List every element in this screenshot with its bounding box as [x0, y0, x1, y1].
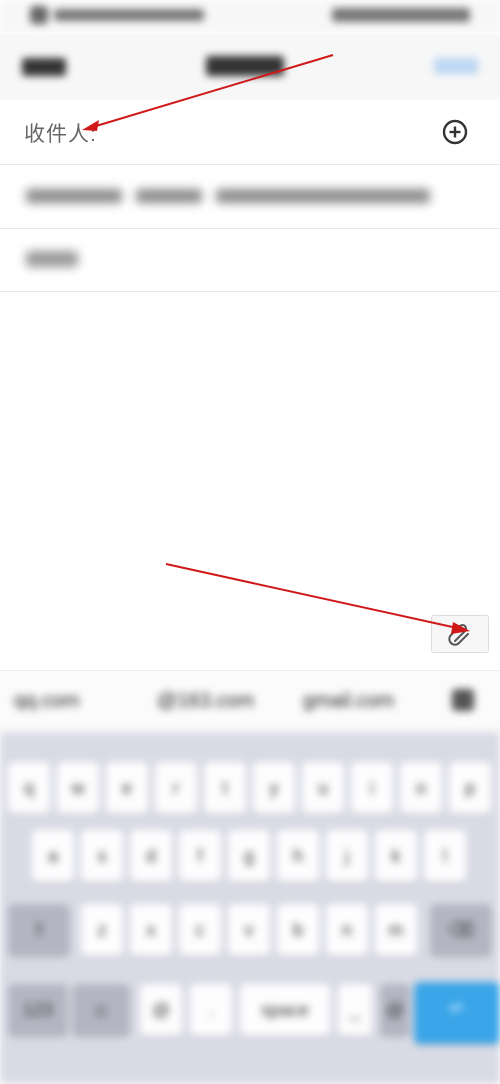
carrier-text: [54, 9, 204, 21]
subject-field[interactable]: [0, 229, 500, 292]
keyboard-hide-icon[interactable]: [452, 689, 474, 711]
carrier-icon: [30, 6, 48, 24]
key[interactable]: d: [130, 830, 172, 882]
key[interactable]: y: [253, 762, 295, 814]
email-body[interactable]: [0, 292, 500, 668]
email-suggestion-bar: qq.com @163.com gmail.com: [0, 670, 500, 733]
key[interactable]: c: [179, 904, 221, 956]
plus-circle-icon[interactable]: [442, 119, 468, 145]
key[interactable]: @: [140, 984, 182, 1036]
key[interactable]: m: [375, 904, 417, 956]
key[interactable]: i: [351, 762, 393, 814]
key[interactable]: u: [302, 762, 344, 814]
key[interactable]: h: [277, 830, 319, 882]
enter-key[interactable]: ↵: [414, 982, 500, 1044]
key[interactable]: @: [380, 984, 410, 1036]
compose-title: [206, 56, 284, 76]
key[interactable]: z: [81, 904, 123, 956]
to-label: 收件人:: [24, 123, 97, 146]
key[interactable]: l: [424, 830, 466, 882]
key[interactable]: q: [8, 762, 50, 814]
key[interactable]: n: [326, 904, 368, 956]
key[interactable]: o: [400, 762, 442, 814]
key[interactable]: x: [130, 904, 172, 956]
key[interactable]: w: [57, 762, 99, 814]
key[interactable]: s: [81, 830, 123, 882]
send-button[interactable]: [434, 58, 478, 74]
key[interactable]: p: [449, 762, 491, 814]
attach-button[interactable]: [431, 615, 489, 653]
status-left: [30, 6, 245, 26]
key[interactable]: g: [228, 830, 270, 882]
from-field[interactable]: [0, 165, 500, 229]
shift-key[interactable]: ⇧: [8, 904, 70, 956]
key[interactable]: t: [204, 762, 246, 814]
to-field[interactable]: 收件人:: [0, 100, 500, 165]
key[interactable]: a: [32, 830, 74, 882]
suggestion-item[interactable]: @163.com: [157, 690, 254, 712]
key[interactable]: v: [228, 904, 270, 956]
suggestion-item[interactable]: qq.com: [14, 690, 80, 712]
space-key[interactable]: space: [240, 984, 330, 1036]
suggestion-item[interactable]: gmail.com: [303, 690, 394, 712]
key[interactable]: k: [375, 830, 417, 882]
key[interactable]: j: [326, 830, 368, 882]
key[interactable]: b: [277, 904, 319, 956]
key[interactable]: e: [106, 762, 148, 814]
key[interactable]: _: [338, 984, 372, 1036]
cancel-button[interactable]: [22, 58, 66, 76]
paperclip-icon: [448, 623, 469, 646]
status-bar: [0, 0, 500, 34]
key[interactable]: f: [179, 830, 221, 882]
keyboard: q w e r t y u i o p a s d f g h j k l ⇧ …: [0, 732, 500, 1084]
subject-label: [26, 251, 78, 267]
nav-bar: [0, 34, 500, 101]
from-value: [26, 187, 444, 207]
backspace-key[interactable]: ⌫: [430, 904, 492, 956]
numbers-key[interactable]: 123: [8, 984, 68, 1036]
key[interactable]: r: [155, 762, 197, 814]
status-right: [332, 8, 470, 22]
emoji-key[interactable]: ☺: [72, 984, 130, 1036]
key[interactable]: .: [190, 984, 232, 1036]
